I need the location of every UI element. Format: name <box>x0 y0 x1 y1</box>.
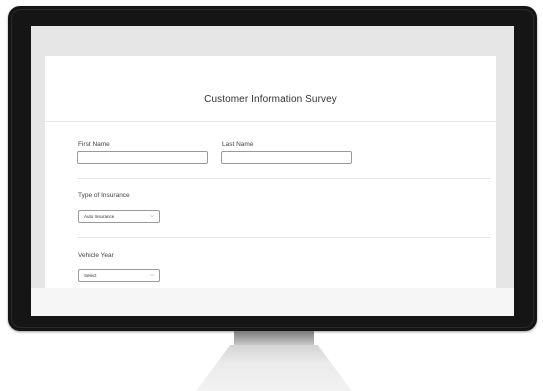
chevron-down-icon: ⌵ <box>150 213 154 219</box>
page-title: Customer Information Survey <box>204 94 337 105</box>
first-name-input[interactable] <box>77 151 208 164</box>
monitor-frame: Customer Information Survey First Name L… <box>8 6 537 331</box>
section-divider <box>77 237 491 238</box>
survey-page: Customer Information Survey First Name L… <box>45 56 496 316</box>
monitor-stand-base <box>196 345 352 391</box>
screen: Customer Information Survey First Name L… <box>31 26 514 316</box>
vehicle-year-value: Select <box>84 273 97 278</box>
vehicle-year-select[interactable]: Select ⌵ <box>78 269 160 282</box>
section-divider <box>77 178 491 179</box>
insurance-type-select[interactable]: Auto Insurance ⌵ <box>78 210 160 223</box>
last-name-label: Last Name <box>222 141 254 148</box>
monitor-stand-neck <box>234 331 314 345</box>
last-name-input[interactable] <box>221 151 352 164</box>
vehicle-year-label: Vehicle Year <box>78 252 114 259</box>
screen-footer <box>31 288 514 316</box>
page-header: Customer Information Survey <box>45 56 496 122</box>
first-name-label: First Name <box>78 141 110 148</box>
chevron-down-icon: ⌵ <box>150 272 154 278</box>
insurance-type-value: Auto Insurance <box>84 214 115 219</box>
insurance-type-label: Type of Insurance <box>78 192 130 199</box>
